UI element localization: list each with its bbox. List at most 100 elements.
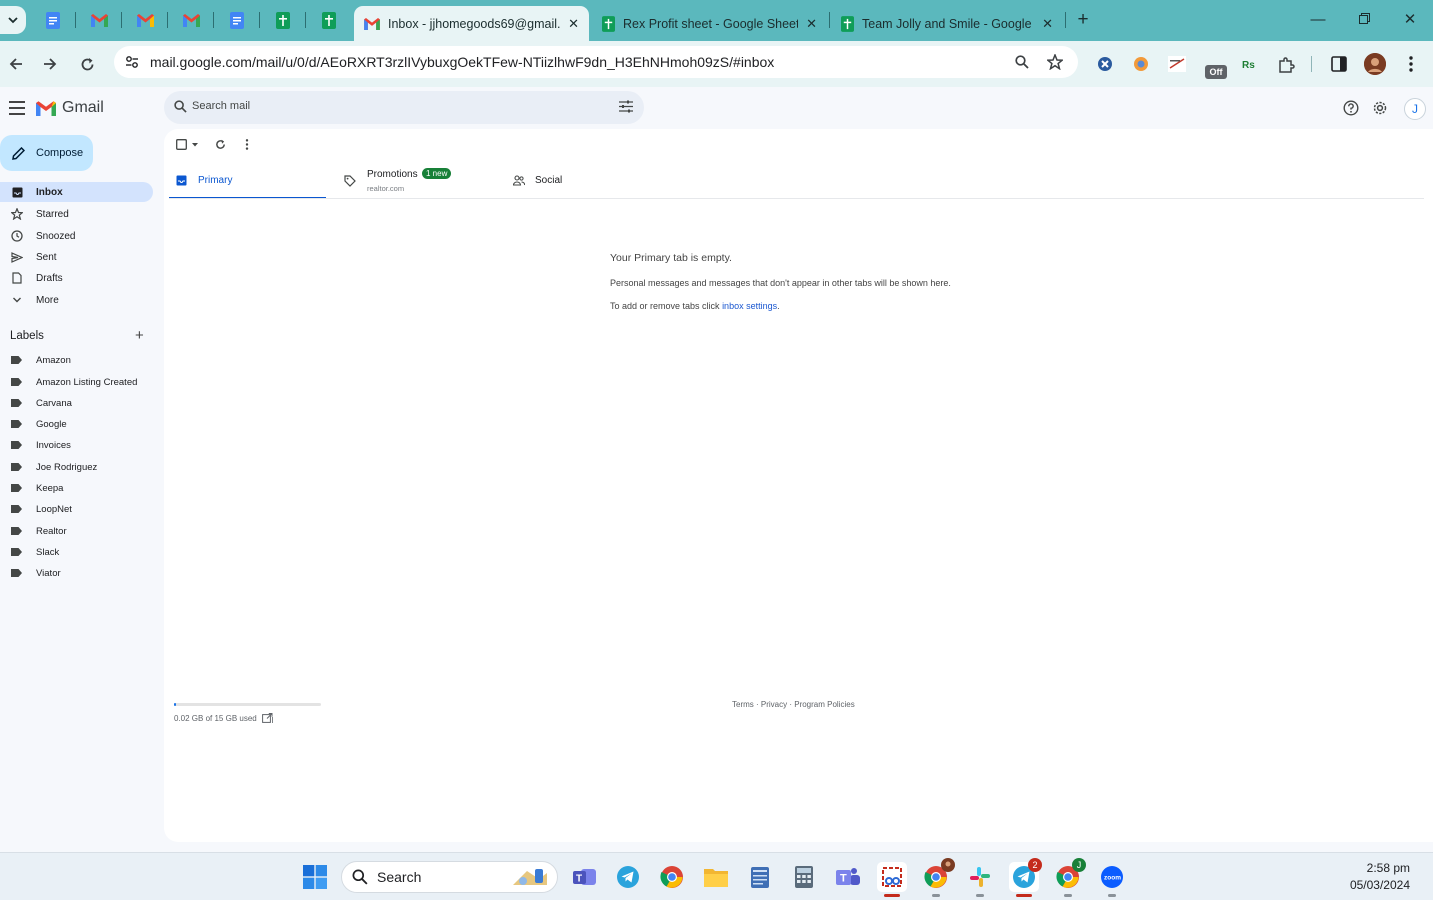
pinned-tab-docs[interactable]	[39, 8, 67, 32]
gear-icon	[1373, 101, 1387, 115]
close-icon[interactable]: ✕	[568, 16, 579, 32]
privacy-link[interactable]: Privacy	[761, 700, 787, 709]
chrome-app[interactable]	[657, 862, 687, 892]
calculator-app[interactable]	[789, 862, 819, 892]
label-name: Carvana	[36, 397, 72, 409]
notepad-app[interactable]	[745, 862, 775, 892]
extension-small[interactable]	[1166, 53, 1188, 75]
tab-search-button[interactable]	[0, 6, 26, 34]
nav-sent[interactable]: Sent	[0, 247, 153, 267]
side-panel-button[interactable]	[1328, 53, 1350, 75]
label-item[interactable]: Viator	[11, 565, 61, 581]
extension-blue[interactable]	[1094, 53, 1116, 75]
chrome-menu-button[interactable]	[1400, 53, 1422, 75]
search-mail-input[interactable]: Search mail	[164, 91, 644, 124]
select-checkbox[interactable]	[176, 139, 199, 150]
pinned-tab-gmail[interactable]	[177, 8, 205, 32]
nav-starred[interactable]: Starred	[0, 204, 153, 224]
notification-badge: 2	[1028, 858, 1042, 872]
nav-inbox[interactable]: Inbox	[0, 182, 153, 202]
close-icon[interactable]: ✕	[806, 16, 817, 32]
back-button[interactable]	[5, 53, 27, 75]
tabs-divider	[169, 198, 1424, 199]
pinned-tab-sheets[interactable]	[269, 8, 297, 32]
taskbar-search[interactable]: Search	[341, 861, 558, 893]
close-window-button[interactable]: ✕	[1400, 10, 1420, 30]
extension-green[interactable]: Rs	[1238, 53, 1260, 75]
label-item[interactable]: Joe Rodriguez	[11, 459, 97, 475]
start-button[interactable]	[300, 862, 330, 892]
minimize-button[interactable]: —	[1308, 10, 1328, 30]
label-item[interactable]: Slack	[11, 544, 59, 560]
telegram-active-app[interactable]: 2	[1009, 858, 1042, 897]
gmail-logo[interactable]: Gmail	[36, 99, 104, 117]
tab-promotions[interactable]: Promotions 1 new realtor.com	[339, 165, 499, 199]
account-avatar[interactable]: J	[1404, 98, 1426, 120]
reload-button[interactable]	[76, 53, 98, 75]
pinned-tab-sheets[interactable]	[315, 8, 343, 32]
close-icon[interactable]: ✕	[1042, 16, 1053, 32]
tab-primary[interactable]: Primary	[169, 165, 326, 199]
nav-snoozed[interactable]: Snoozed	[0, 226, 153, 246]
label-name: Amazon Listing Created	[36, 376, 138, 388]
label-item[interactable]: Realtor	[11, 523, 67, 539]
zoom-app[interactable]: zoom	[1097, 862, 1127, 897]
main-menu-button[interactable]	[9, 101, 25, 115]
profile-photo-icon	[941, 858, 955, 872]
nav-drafts[interactable]: Drafts	[0, 268, 153, 288]
slack-app[interactable]	[965, 862, 995, 897]
settings-button[interactable]	[1371, 99, 1389, 117]
teams-app[interactable]: T	[570, 862, 600, 892]
magnifier-icon	[1015, 55, 1029, 69]
profile-avatar[interactable]	[1364, 53, 1386, 75]
inbox-settings-link[interactable]: inbox settings	[722, 301, 777, 311]
address-bar[interactable]: mail.google.com/mail/u/0/d/AEoRXRT3rzlIV…	[114, 46, 1078, 78]
pinned-tab-gmail[interactable]	[131, 8, 159, 32]
gmail-m-icon	[36, 100, 56, 116]
terms-link[interactable]: Terms	[732, 700, 754, 709]
create-label-button[interactable]: +	[135, 328, 144, 343]
tab-rex-profit-sheet[interactable]: Rex Profit sheet - Google Sheets ✕	[592, 6, 827, 41]
pinned-tab-gmail[interactable]	[85, 8, 113, 32]
extension-off[interactable]: Off	[1205, 65, 1227, 79]
external-link-icon[interactable]	[262, 713, 273, 723]
site-info-button[interactable]	[122, 52, 142, 72]
refresh-button[interactable]	[215, 139, 226, 150]
tab-gmail-inbox[interactable]: Inbox - jjhomegoods69@gmail.com ✕	[354, 6, 589, 41]
label-item[interactable]: Invoices	[11, 437, 71, 453]
support-button[interactable]	[1342, 99, 1360, 117]
extensions-button[interactable]	[1275, 53, 1297, 75]
label-item[interactable]: Amazon Listing Created	[11, 374, 137, 390]
slack-icon	[970, 867, 990, 887]
search-options-icon[interactable]	[619, 100, 633, 113]
telegram-app[interactable]	[613, 862, 643, 892]
system-clock[interactable]: 2:58 pm 05/03/2024	[1350, 860, 1410, 894]
tab-separator	[829, 12, 830, 28]
nav-more[interactable]: More	[0, 290, 153, 310]
chrome-second-profile-app[interactable]: J	[1053, 858, 1086, 897]
extension-orange[interactable]	[1130, 53, 1152, 75]
label-item[interactable]: LoopNet	[11, 501, 72, 517]
label-item[interactable]: Amazon	[11, 352, 71, 368]
label-item[interactable]: Carvana	[11, 395, 72, 411]
more-vert-icon	[245, 139, 249, 150]
forward-button[interactable]	[39, 53, 61, 75]
more-actions-button[interactable]	[245, 139, 249, 150]
file-explorer-app[interactable]	[701, 862, 731, 892]
compose-button[interactable]: Compose	[0, 135, 93, 171]
label-item[interactable]: Google	[11, 416, 67, 432]
zoom-button[interactable]	[1012, 52, 1032, 72]
teams-work-app[interactable]: T	[833, 862, 863, 892]
restore-button[interactable]	[1354, 10, 1374, 30]
tab-title: Inbox - jjhomegoods69@gmail.com	[388, 16, 561, 31]
program-policies-link[interactable]: Program Policies	[794, 700, 854, 709]
label-item[interactable]: Keepa	[11, 480, 63, 496]
gmail-icon	[136, 13, 154, 27]
tab-social[interactable]: Social	[509, 165, 669, 199]
chrome-profile-app[interactable]	[921, 858, 955, 897]
bookmark-button[interactable]	[1045, 52, 1065, 72]
tab-team-jolly-sheet[interactable]: Team Jolly and Smile - Google Sheets ✕	[831, 6, 1063, 41]
snipping-tool-app[interactable]	[877, 862, 907, 897]
new-tab-button[interactable]: +	[1073, 9, 1093, 31]
pinned-tab-docs[interactable]	[223, 8, 251, 32]
